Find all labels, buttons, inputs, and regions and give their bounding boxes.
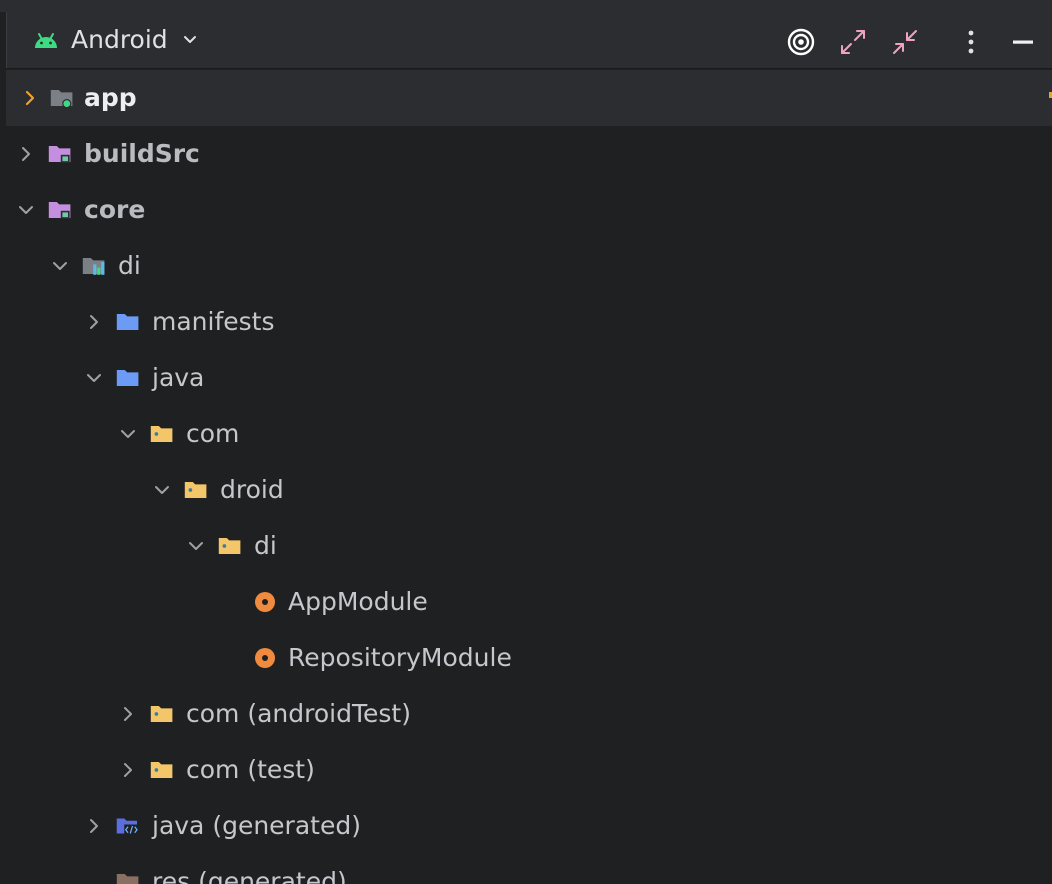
tree-item-label: com [186,419,240,448]
tree-item-label: RepositoryModule [288,643,512,672]
tree-item-java[interactable]: java [0,350,1052,406]
package-folder-icon [150,758,174,782]
folder-icon [116,310,140,334]
toolbar-divider [6,68,1052,69]
chevron-down-icon[interactable] [150,478,174,502]
tree-item-label: di [118,251,141,280]
select-opened-file-button[interactable] [785,26,817,58]
class-icon [253,590,277,614]
chevron-right-icon[interactable] [116,702,140,726]
expand-all-button[interactable] [837,26,869,58]
tree-item-label: droid [220,475,284,504]
package-folder-icon [150,422,174,446]
tree-item-droid[interactable]: droid [0,462,1052,518]
chevron-right-icon[interactable] [116,758,140,782]
options-button[interactable] [955,26,987,58]
tree-item-label: com (test) [186,755,315,784]
tree-item-res-generated[interactable]: res (generated) [0,854,1052,884]
package-folder-icon [184,478,208,502]
tree-item-label: res (generated) [152,867,347,884]
chevron-right-icon[interactable] [82,310,106,334]
chevron-right-icon[interactable] [18,86,42,110]
chevron-down-icon [183,36,196,43]
class-icon [253,646,277,670]
tree-item-java-generated[interactable]: java (generated) [0,798,1052,854]
tree-item-label: AppModule [288,587,428,616]
module-folder-icon [50,86,74,110]
collapse-all-icon [893,30,917,54]
tree-item-com[interactable]: com [0,406,1052,462]
tree-item-com-androidtest[interactable]: com (androidTest) [0,686,1052,742]
module-folder-icon [48,198,72,222]
window-top-border [0,0,1052,12]
chevron-down-icon[interactable] [82,366,106,390]
view-mode-dropdown[interactable]: Android [33,26,200,54]
expand-all-icon [841,30,865,54]
hide-tool-window-button[interactable] [1007,26,1039,58]
tree-item-label: manifests [152,307,275,336]
tree-item-di-package[interactable]: di [0,518,1052,574]
tree-item-label: buildSrc [84,139,200,168]
chevron-right-icon[interactable] [82,814,106,838]
tree-item-repositorymodule[interactable]: RepositoryModule [0,630,1052,686]
chevron-down-icon[interactable] [48,254,72,278]
minimize-icon [1013,40,1033,44]
package-folder-icon [218,534,242,558]
tree-item-com-test[interactable]: com (test) [0,742,1052,798]
tree-item-label: com (androidTest) [186,699,411,728]
library-module-icon [82,254,106,278]
tree-item-core[interactable]: core [0,182,1052,238]
project-tool-window: Android app buildSrc core di manifests j… [0,0,1052,884]
tree-item-manifests[interactable]: manifests [0,294,1052,350]
tree-item-buildsrc[interactable]: buildSrc [0,126,1052,182]
resource-folder-icon [116,870,140,884]
tree-item-appmodule[interactable]: AppModule [0,574,1052,630]
chevron-down-icon[interactable] [116,422,140,446]
collapse-all-button[interactable] [889,26,921,58]
tree-item-label: java (generated) [152,811,361,840]
tree-item-label: di [254,531,277,560]
chevron-down-icon[interactable] [14,198,38,222]
tree-item-di-module[interactable]: di [0,238,1052,294]
locate-target-icon [787,28,815,56]
chevron-down-icon[interactable] [184,534,208,558]
android-icon [35,33,57,48]
tree-item-label: core [84,195,146,224]
more-options-icon [968,30,974,54]
view-mode-label: Android [71,25,168,54]
package-folder-icon [150,702,174,726]
tree-item-label: java [152,363,205,392]
tree-item-app[interactable]: app [6,70,1052,126]
module-folder-icon [48,142,72,166]
folder-icon [116,366,140,390]
generated-source-folder-icon [116,814,140,838]
chevron-right-icon[interactable] [14,142,38,166]
project-toolbar: Android [6,12,1052,68]
tree-item-label: app [84,83,137,112]
